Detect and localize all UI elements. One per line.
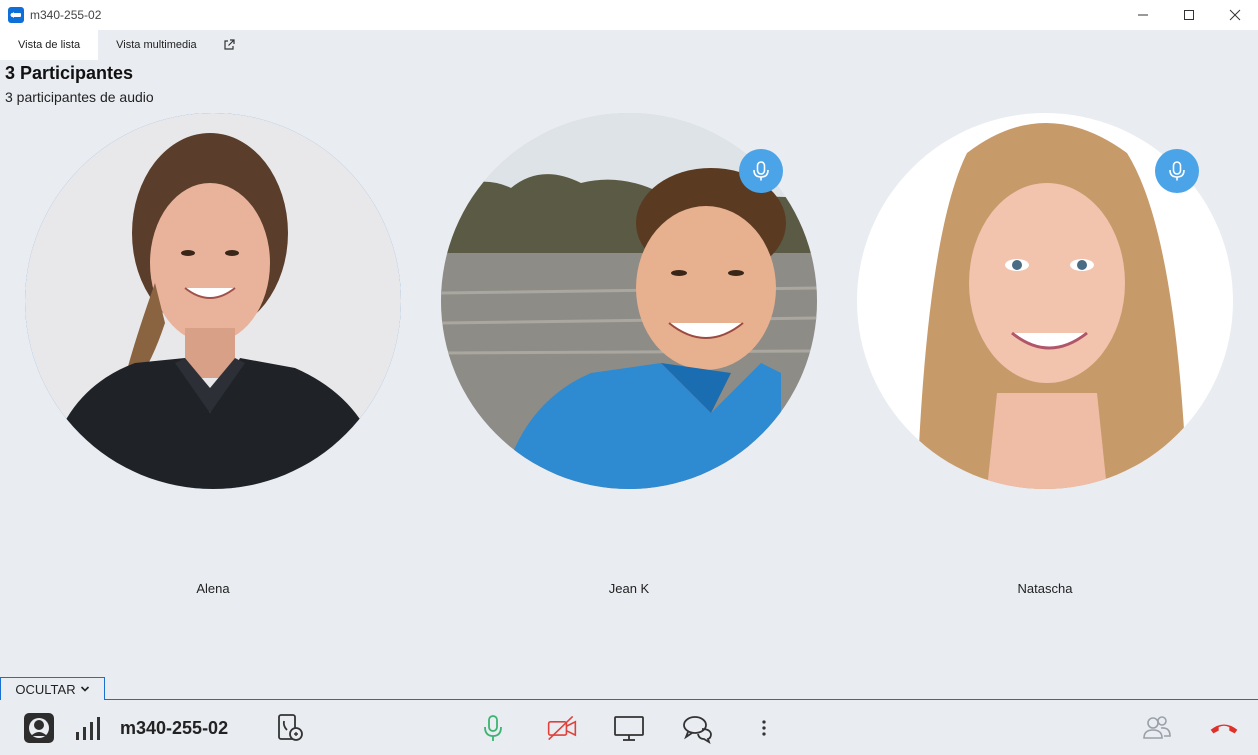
window-title: m340-255-02 — [30, 8, 102, 22]
minimize-icon — [1138, 14, 1148, 16]
hang-up-button[interactable] — [1206, 700, 1242, 755]
window-controls — [1120, 0, 1258, 30]
dial-in-button[interactable] — [272, 700, 308, 755]
signal-icon — [76, 717, 100, 740]
participant-name: Alena — [196, 581, 230, 596]
participants-button[interactable] — [1140, 700, 1174, 755]
portrait-image — [25, 113, 401, 489]
participant-name: Jean K — [608, 581, 650, 596]
participant-name: Natascha — [1017, 581, 1073, 596]
tab-list-view[interactable]: Vista de lista — [0, 30, 99, 60]
microphone-icon — [753, 161, 769, 181]
more-icon — [762, 720, 766, 736]
popout-button[interactable] — [215, 30, 243, 60]
participant-card-alena[interactable]: Alena — [25, 113, 401, 596]
external-link-icon — [224, 39, 235, 50]
meeting-id-text: m340-255-02 — [120, 717, 229, 738]
maximize-icon — [1184, 10, 1194, 20]
hide-toolbar-button[interactable]: OCULTAR — [0, 677, 105, 700]
my-avatar-button[interactable] — [22, 700, 56, 755]
microphone-button[interactable] — [477, 700, 509, 755]
participants-subheading: 3 participantes de audio — [5, 89, 154, 105]
microphone-icon — [484, 715, 502, 741]
connection-quality — [73, 700, 105, 755]
meeting-toolbar: m340-255-02 — [0, 699, 1258, 755]
close-icon — [1229, 9, 1241, 21]
phone-dialin-icon — [278, 714, 303, 741]
view-tabs: Vista de lista Vista multimedia — [0, 30, 243, 60]
maximize-button[interactable] — [1166, 0, 1212, 30]
close-button[interactable] — [1212, 0, 1258, 30]
participants-icon — [1143, 716, 1171, 739]
hang-up-icon — [1210, 724, 1238, 734]
speaking-indicator — [1155, 149, 1199, 193]
participant-card-natascha[interactable]: Natascha — [857, 113, 1233, 596]
chat-icon — [683, 716, 712, 744]
microphone-icon — [1169, 161, 1185, 181]
tab-media-view[interactable]: Vista multimedia — [98, 30, 215, 60]
speaking-indicator — [739, 149, 783, 193]
screen-share-icon — [614, 716, 644, 741]
title-bar: m340-255-02 — [0, 0, 1258, 30]
chat-button[interactable] — [681, 700, 715, 755]
minimize-button[interactable] — [1120, 0, 1166, 30]
camera-button[interactable] — [544, 700, 580, 755]
participants-heading: 3 Participantes — [5, 63, 134, 83]
share-screen-button[interactable] — [612, 700, 646, 755]
more-options-button[interactable] — [752, 700, 776, 755]
teamviewer-logo-icon — [8, 7, 24, 23]
avatar-icon — [24, 713, 54, 743]
participant-photo — [25, 113, 401, 489]
participant-card-jean-k[interactable]: Jean K — [441, 113, 817, 596]
meeting-id: m340-255-02 — [120, 700, 248, 755]
chevron-down-icon — [80, 686, 89, 692]
hide-toolbar-label: OCULTAR — [15, 681, 76, 697]
camera-off-icon — [547, 715, 577, 741]
